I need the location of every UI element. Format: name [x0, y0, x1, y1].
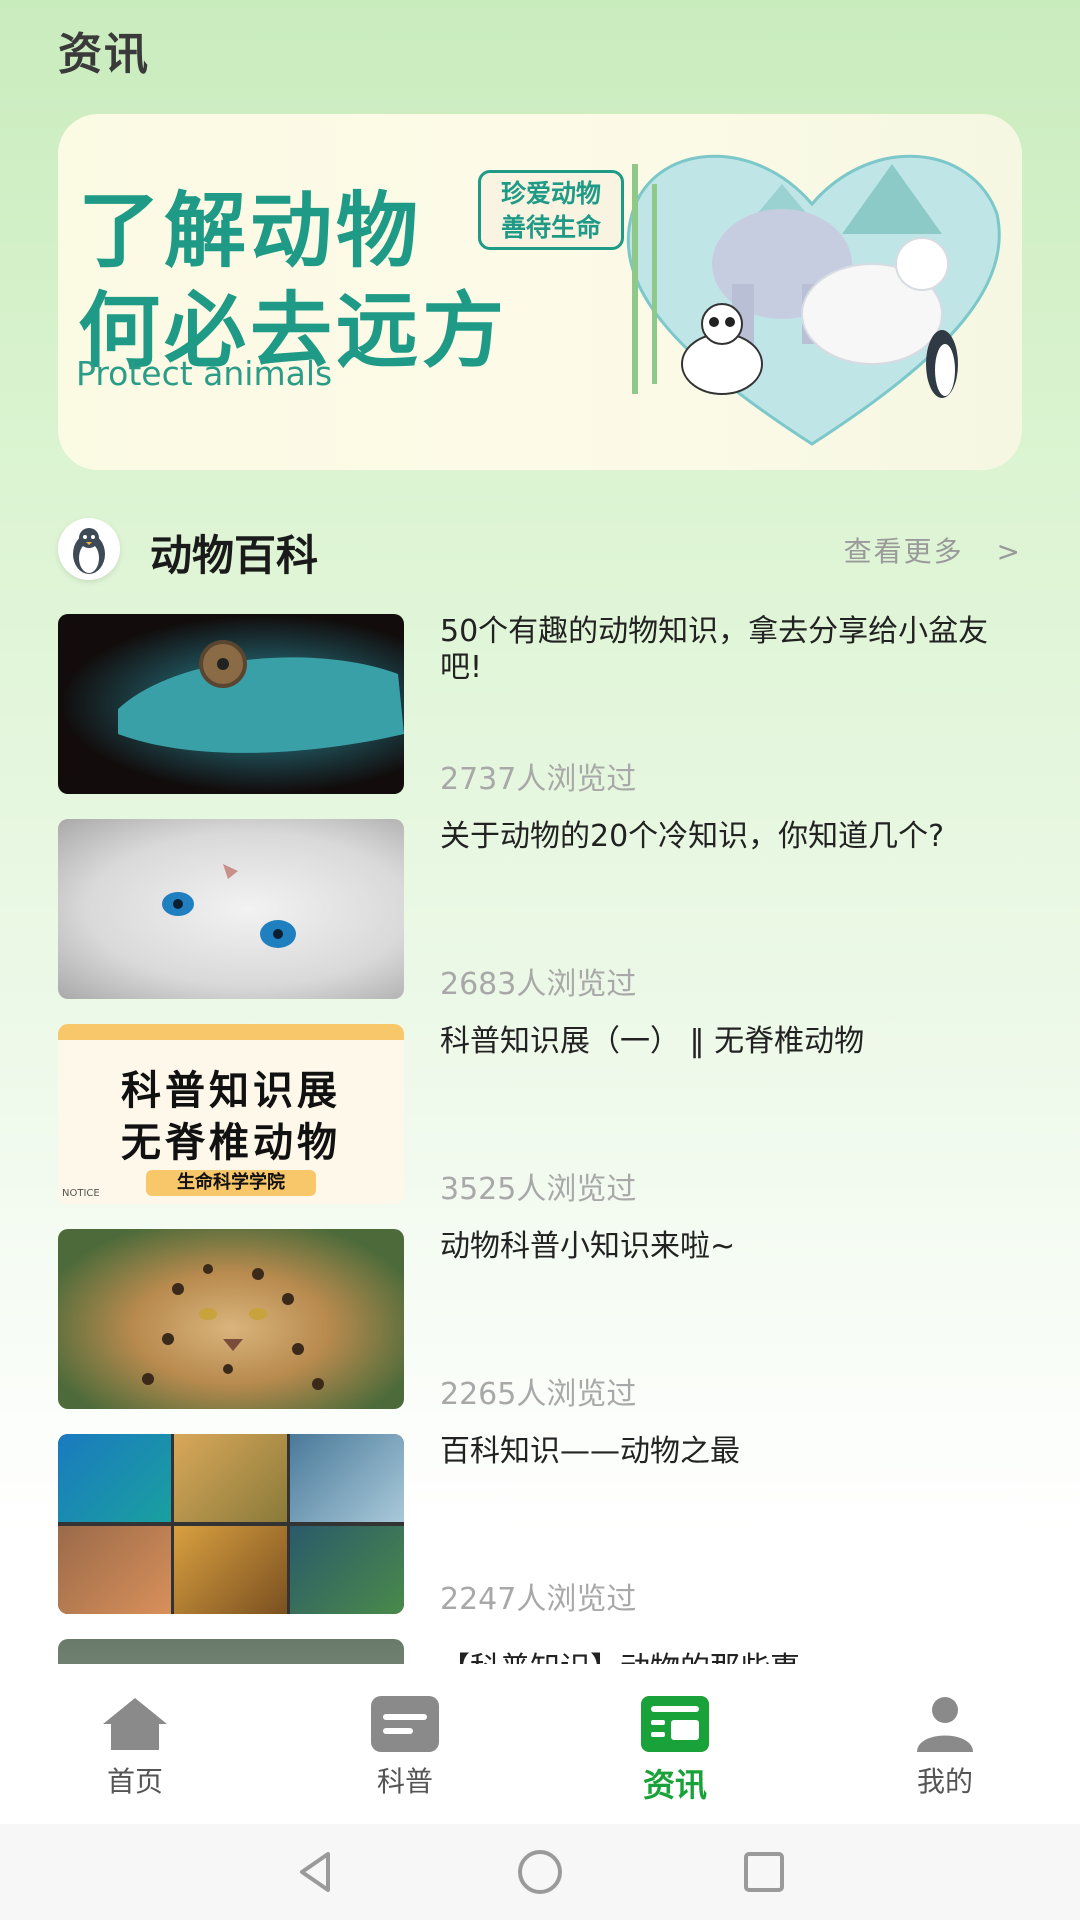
article-title: 百科知识——动物之最	[440, 1434, 740, 1469]
home-icon	[103, 1698, 167, 1750]
article-views: 3525人浏览过	[440, 1172, 637, 1207]
article-title: 50个有趣的动物知识，拿去分享给小盆友吧!	[440, 614, 989, 685]
banner-tag-line-2: 善待生命	[500, 213, 601, 242]
view-more-link[interactable]: 查看更多 >	[844, 530, 1022, 570]
poster-notice: NOTICE	[62, 1188, 100, 1199]
tab-profile[interactable]: 我的	[885, 1694, 1005, 1800]
banner-tag: 珍爱动物 善待生命	[478, 170, 624, 250]
tab-label: 科普	[376, 1765, 433, 1798]
user-icon	[917, 1697, 973, 1752]
page-title: 资讯	[58, 29, 150, 80]
poster-text-line-2: 无脊椎动物	[121, 1120, 341, 1166]
animals-heart-illustration	[626, 154, 1001, 446]
article-title: 动物科普小知识来啦~	[440, 1229, 736, 1264]
recents-icon[interactable]	[736, 1844, 792, 1900]
penguin-icon	[58, 518, 120, 580]
article-views: 2247人浏览过	[440, 1582, 637, 1617]
animal-collage-thumbnail	[58, 1434, 404, 1614]
system-navigation-bar	[0, 1824, 1080, 1920]
list-item[interactable]: 50个有趣的动物知识，拿去分享给小盆友吧! 2737人浏览过	[58, 614, 1022, 819]
list-item[interactable]: 关于动物的20个冷知识，你知道几个? 2683人浏览过	[58, 819, 1022, 1024]
leopard-thumbnail	[58, 1229, 404, 1409]
tab-science[interactable]: 科普	[345, 1694, 465, 1800]
article-title: 关于动物的20个冷知识，你知道几个?	[440, 819, 945, 854]
tab-label: 首页	[106, 1765, 163, 1798]
chameleon-thumbnail	[58, 614, 404, 794]
tab-label: 资讯	[642, 1766, 707, 1804]
section-title: 动物百科	[150, 531, 319, 580]
kitten-thumbnail	[58, 819, 404, 999]
message-icon	[371, 1696, 439, 1752]
article-views: 2737人浏览过	[440, 762, 637, 797]
article-views: 2265人浏览过	[440, 1377, 637, 1412]
poster-badge: 生命科学学院	[146, 1170, 316, 1196]
tab-home[interactable]: 首页	[75, 1694, 195, 1800]
article-title: 科普知识展（一） ‖ 无脊椎动物	[440, 1024, 865, 1059]
poster-text-line-1: 科普知识展	[121, 1068, 341, 1114]
back-icon[interactable]	[288, 1844, 344, 1900]
section-header: 动物百科 查看更多 >	[58, 518, 1022, 580]
bottom-tab-bar: 首页 科普 资讯 我的	[0, 1664, 1080, 1824]
article-views: 2683人浏览过	[440, 967, 637, 1002]
home-circle-icon[interactable]	[512, 1844, 568, 1900]
chevron-right-icon: >	[996, 535, 1022, 568]
view-more-label: 查看更多	[843, 535, 964, 568]
list-item[interactable]: 百科知识——动物之最 2247人浏览过	[58, 1434, 1022, 1639]
banner-tag-line-1: 珍爱动物	[500, 179, 601, 208]
banner[interactable]: 了解动物 何必去远方 Protect animals 珍爱动物 善待生命	[58, 114, 1022, 470]
list-item[interactable]: 动物科普小知识来啦~ 2265人浏览过	[58, 1229, 1022, 1434]
banner-subtitle: Protect animals	[76, 354, 333, 393]
exhibition-poster-thumbnail: 科普知识展 无脊椎动物 生命科学学院 NOTICE	[58, 1024, 404, 1204]
tab-news[interactable]: 资讯	[615, 1694, 735, 1806]
article-list: 50个有趣的动物知识，拿去分享给小盆友吧! 2737人浏览过 关于动物的20个冷…	[58, 614, 1022, 1679]
tab-label: 我的	[916, 1765, 973, 1798]
list-item[interactable]: 科普知识展 无脊椎动物 生命科学学院 NOTICE 科普知识展（一） ‖ 无脊椎…	[58, 1024, 1022, 1229]
news-icon	[641, 1696, 709, 1752]
